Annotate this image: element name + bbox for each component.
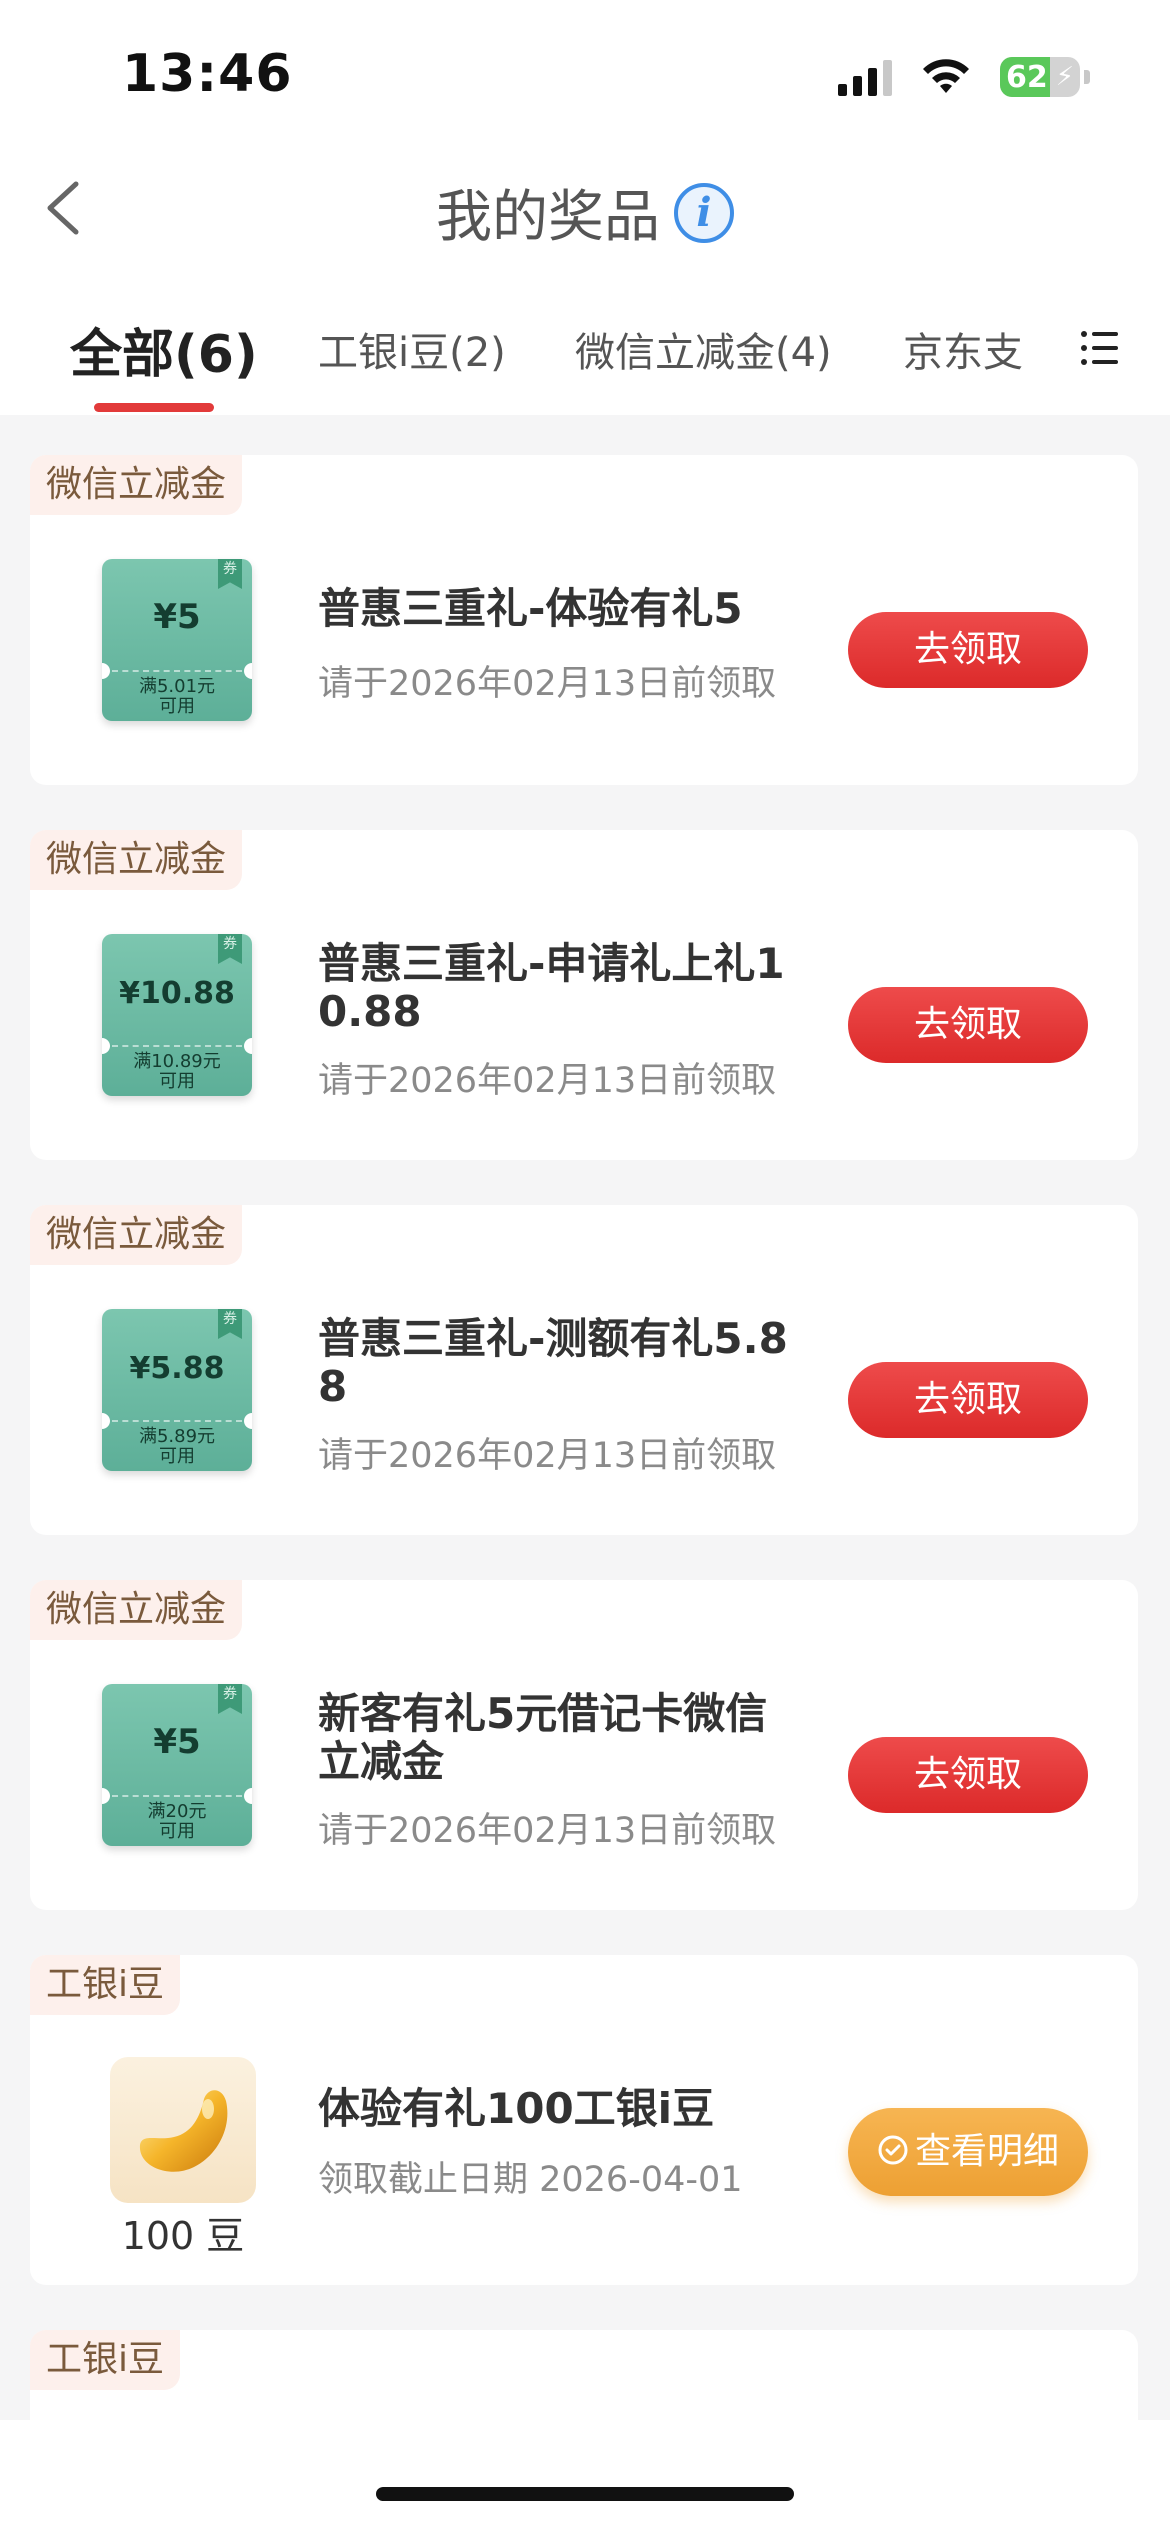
claim-button[interactable]: 去领取 <box>848 987 1088 1063</box>
coupon-condition: 满10.89元 可用 <box>102 1052 252 1092</box>
tab-icbc-beans[interactable]: 工银i豆(2) <box>318 320 506 378</box>
coupon-amount: ¥5.88 <box>129 1351 225 1386</box>
view-details-button[interactable]: 查看明细 <box>848 2108 1088 2196</box>
prize-card: 微信立减金 券 ¥5 满20元 可用 新客有礼5元借记卡微信 立减金 请于202… <box>30 1580 1138 1910</box>
prize-card: 工银i豆 100 豆 体验有礼100工银i豆 领取截止日期 2026-04-01… <box>30 1955 1138 2285</box>
prize-title-line2: 0.88 <box>318 987 422 1036</box>
category-tag: 工银i豆 <box>30 2330 181 2390</box>
coupon-image: 券 ¥5 满20元 可用 <box>102 1684 252 1846</box>
page-title-text: 我的奖品 <box>436 185 660 250</box>
coupon-badge: 券 <box>218 559 242 589</box>
battery-icon: 62 ⚡ <box>1000 57 1080 97</box>
category-tag: 工银i豆 <box>30 1955 181 2015</box>
prize-card: 微信立减金 券 ¥10.88 满10.89元 可用 普惠三重礼-申请礼上礼1 0… <box>30 830 1138 1160</box>
coupon-condition: 满20元 可用 <box>102 1802 252 1842</box>
prize-deadline: 请于2026年02月13日前领取 <box>318 1811 777 1851</box>
bean-image <box>110 2057 256 2203</box>
battery-level: 62 <box>1006 59 1048 95</box>
coupon-condition-line1: 满20元 <box>147 1801 207 1822</box>
coupon-condition-line2: 可用 <box>159 1446 195 1467</box>
header-area: 13:46 62 ⚡ 我的奖品 i 全部(6) 工银i豆(2) 微信立减金(4) … <box>0 0 1170 415</box>
category-tag: 微信立减金 <box>30 455 243 515</box>
coupon-badge: 券 <box>218 1309 242 1339</box>
prize-deadline: 请于2026年02月13日前领取 <box>318 664 777 704</box>
prize-deadline: 请于2026年02月13日前领取 <box>318 1436 777 1476</box>
coupon-condition-line1: 满5.01元 <box>138 676 216 697</box>
coupon-image: 券 ¥10.88 满10.89元 可用 <box>102 934 252 1096</box>
prize-title: 新客有礼5元借记卡微信 立减金 <box>318 1690 838 1786</box>
prize-card: 微信立减金 券 ¥5.88 满5.89元 可用 普惠三重礼-测额有礼5.8 8 … <box>30 1205 1138 1535</box>
active-tab-indicator <box>94 403 214 412</box>
golden-bean-icon <box>139 2090 228 2172</box>
coupon-badge: 券 <box>218 934 242 964</box>
home-indicator[interactable] <box>376 2487 794 2501</box>
info-icon[interactable]: i <box>674 182 734 243</box>
coupon-condition: 满5.01元 可用 <box>102 677 252 717</box>
coupon-amount: ¥5 <box>153 597 201 637</box>
prize-title-line2: 8 <box>318 1362 348 1411</box>
coupon-condition-line2: 可用 <box>159 1071 195 1092</box>
coupon-condition-line2: 可用 <box>159 696 195 717</box>
claim-button[interactable]: 去领取 <box>848 1362 1088 1438</box>
category-tag: 微信立减金 <box>30 830 243 890</box>
prize-title-line1: 普惠三重礼-测额有礼5.8 <box>318 1314 788 1363</box>
prize-card: 微信立减金 券 ¥5 满5.01元 可用 普惠三重礼-体验有礼5 请于2026年… <box>30 455 1138 785</box>
page-title: 我的奖品 i <box>0 172 1170 253</box>
prize-title: 普惠三重礼-体验有礼5 <box>318 584 743 633</box>
bean-amount: 100 豆 <box>121 2214 245 2258</box>
prize-title: 普惠三重礼-申请礼上礼1 0.88 <box>318 940 838 1036</box>
prize-deadline: 领取截止日期 2026-04-01 <box>318 2160 743 2200</box>
wifi-icon <box>923 59 969 93</box>
view-details-label: 查看明细 <box>914 2131 1059 2172</box>
tab-jd-pay[interactable]: 京东支 <box>903 320 1023 378</box>
bottom-safe-area <box>0 2420 1170 2532</box>
cellular-signal-icon <box>838 58 892 96</box>
prize-title: 体验有礼100工银i豆 <box>318 2084 715 2133</box>
list-menu-icon[interactable] <box>1080 328 1120 368</box>
prize-title: 普惠三重礼-测额有礼5.8 8 <box>318 1315 838 1411</box>
claim-button[interactable]: 去领取 <box>848 1737 1088 1813</box>
status-time: 13:46 <box>122 44 293 104</box>
coupon-image: 券 ¥5.88 满5.89元 可用 <box>102 1309 252 1471</box>
prize-title-line1: 新客有礼5元借记卡微信 <box>318 1689 768 1738</box>
status-indicators: 62 ⚡ <box>838 52 1090 102</box>
coupon-badge: 券 <box>218 1684 242 1714</box>
coupon-condition-line2: 可用 <box>159 1821 195 1842</box>
coupon-amount: ¥5 <box>153 1722 201 1762</box>
charging-icon: ⚡ <box>1055 62 1074 92</box>
coupon-condition-line1: 满10.89元 <box>133 1051 221 1072</box>
coupon-amount: ¥10.88 <box>119 976 235 1011</box>
claim-button[interactable]: 去领取 <box>848 612 1088 688</box>
category-tag: 微信立减金 <box>30 1580 243 1640</box>
coupon-image: 券 ¥5 满5.01元 可用 <box>102 559 252 721</box>
category-tag: 微信立减金 <box>30 1205 243 1265</box>
prize-deadline: 请于2026年02月13日前领取 <box>318 1061 777 1101</box>
coupon-condition: 满5.89元 可用 <box>102 1427 252 1467</box>
tab-wechat-coupon[interactable]: 微信立减金(4) <box>575 320 832 378</box>
prize-title-line2: 立减金 <box>318 1737 445 1786</box>
tab-all[interactable]: 全部(6) <box>70 312 258 387</box>
tab-bar: 全部(6) 工银i豆(2) 微信立减金(4) 京东支 <box>0 310 1170 415</box>
check-circle-icon <box>878 2135 908 2165</box>
coupon-condition-line1: 满5.89元 <box>138 1426 216 1447</box>
prize-title-line1: 普惠三重礼-申请礼上礼1 <box>318 939 785 988</box>
